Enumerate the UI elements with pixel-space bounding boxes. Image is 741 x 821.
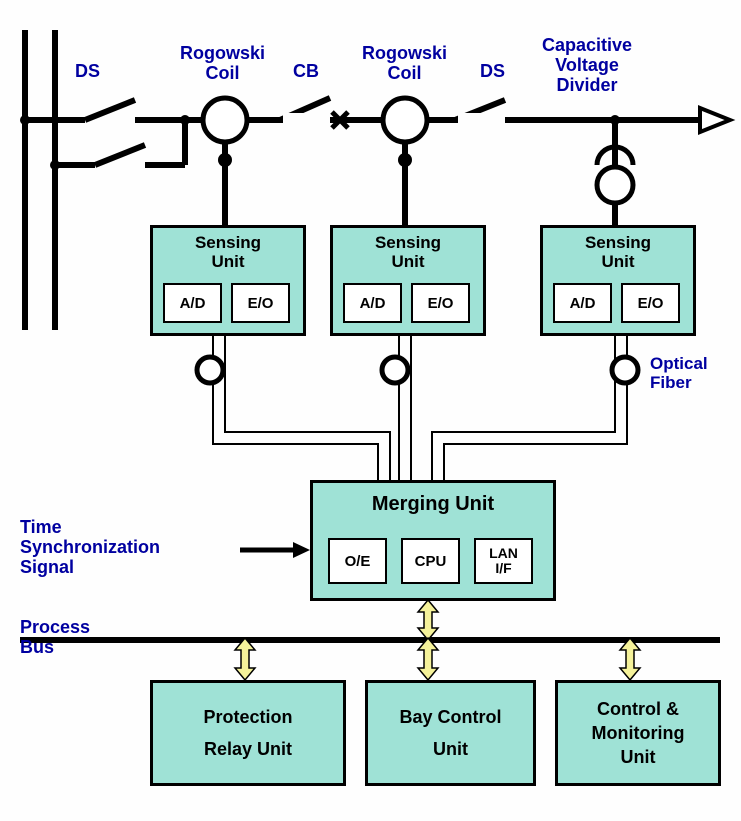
merging-unit: Merging Unit O/E CPU LAN I/F [310,480,556,601]
merging-unit-title: Merging Unit [313,493,553,516]
sensing-unit-2-title: Sensing Unit [333,234,483,271]
sensing-unit-3-ad: A/D [553,283,612,323]
merging-unit-lanif: LAN I/F [474,538,533,584]
sensing-unit-2: Sensing Unit A/D E/O [330,225,486,336]
cvd-label: Capacitive Voltage Divider [542,36,632,95]
ds1-label: DS [75,62,100,82]
sensing-unit-3-title: Sensing Unit [543,234,693,271]
sensing-unit-1-title: Sensing Unit [153,234,303,271]
sensing-unit-3-eo: E/O [621,283,680,323]
merging-unit-oe: O/E [328,538,387,584]
rogowski2-label: Rogowski Coil [362,44,447,84]
protection-relay-unit: Protection Relay Unit [150,680,346,786]
rogowski1-label: Rogowski Coil [180,44,265,84]
ds2-label: DS [480,62,505,82]
sensing-unit-1: Sensing Unit A/D E/O [150,225,306,336]
control-monitoring-unit: Control & Monitoring Unit [555,680,721,786]
sensing-unit-2-ad: A/D [343,283,402,323]
bay-control-unit: Bay Control Unit [365,680,536,786]
sensing-unit-1-ad: A/D [163,283,222,323]
sensing-unit-2-eo: E/O [411,283,470,323]
process-bus-label: Process Bus [20,618,90,658]
cb-label: CB [293,62,319,82]
sensing-unit-3: Sensing Unit A/D E/O [540,225,696,336]
sensing-unit-1-eo: E/O [231,283,290,323]
optical-fiber-label: Optical Fiber [650,355,708,392]
time-sync-label: Time Synchronization Signal [20,518,160,577]
merging-unit-cpu: CPU [401,538,460,584]
